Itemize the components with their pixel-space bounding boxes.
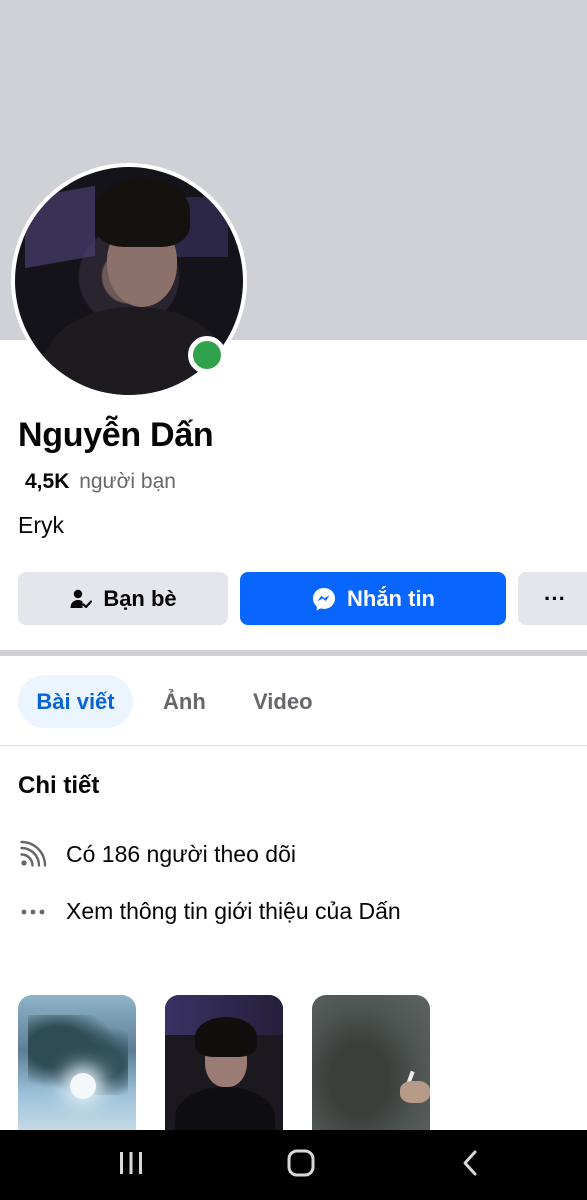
about-link-text: Xem thông tin giới thiệu của Dấn: [66, 898, 401, 924]
message-button[interactable]: Nhắn tin: [240, 572, 506, 625]
details-heading: Chi tiết: [18, 772, 100, 799]
profile-bio: Eryk: [18, 512, 64, 538]
followers-row[interactable]: Có 186 người theo dõi: [18, 840, 296, 868]
photo-thumbnail[interactable]: [165, 995, 283, 1135]
photo-thumbnail[interactable]: [312, 995, 430, 1135]
rss-icon: [18, 840, 48, 868]
recent-apps-button[interactable]: [91, 1130, 171, 1200]
online-status-indicator: [188, 336, 226, 374]
home-icon: [286, 1148, 316, 1183]
back-icon: [460, 1149, 482, 1182]
followers-text: Có 186 người theo dõi: [66, 840, 296, 867]
friends-count[interactable]: 4,5K người bạn: [25, 470, 176, 494]
more-options-button[interactable]: ···: [518, 572, 587, 625]
about-row[interactable]: Xem thông tin giới thiệu của Dấn: [18, 898, 401, 925]
friends-button-label: Bạn bè: [103, 585, 177, 611]
profile-name: Nguyễn Dấn: [18, 416, 214, 454]
tab-video[interactable]: Video: [253, 675, 313, 728]
message-button-label: Nhắn tin: [347, 585, 435, 611]
photo-thumbnail[interactable]: [18, 995, 136, 1135]
tab-posts[interactable]: Bài viết: [18, 675, 133, 728]
tabs-divider: [0, 745, 587, 746]
back-button[interactable]: [431, 1130, 511, 1200]
recent-apps-icon: [117, 1150, 145, 1181]
more-dots-icon: [18, 907, 48, 917]
more-icon: ···: [544, 585, 566, 611]
messenger-icon: [311, 586, 337, 612]
friends-button[interactable]: Bạn bè: [18, 572, 228, 625]
friends-count-label: người bạn: [79, 470, 176, 493]
section-divider: [0, 650, 587, 656]
friend-check-icon: [69, 587, 93, 611]
home-button[interactable]: [261, 1130, 341, 1200]
tab-photos[interactable]: Ảnh: [163, 675, 206, 728]
friends-count-number: 4,5K: [25, 470, 70, 493]
system-navigation-bar: [0, 1130, 587, 1200]
